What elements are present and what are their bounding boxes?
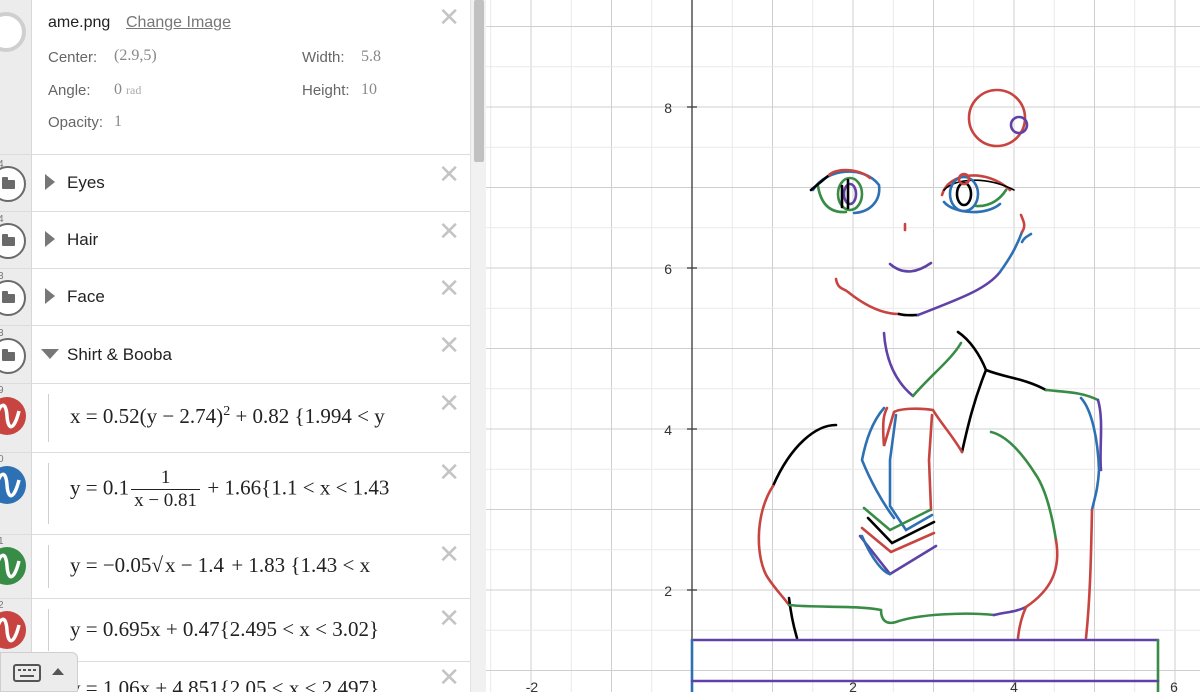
angle-label: Angle: [48,82,91,99]
expression-list: ame.png Change Image ✕ Center: (2.9,5) W… [0,0,470,692]
folder-icon[interactable] [0,223,26,259]
width-value[interactable]: 5.8 [361,48,381,66]
graph-canvas[interactable]: 8 6 4 2 -2 2 4 6 [486,0,1200,692]
graph-svg[interactable]: 8 6 4 2 -2 2 4 6 [486,0,1200,692]
opacity-value[interactable]: 1 [114,113,122,131]
folder-icon[interactable] [0,338,26,374]
left-eye-curves [809,168,881,215]
desk-curves [690,638,1160,692]
tick-labels: 8 6 4 2 -2 2 4 6 [526,100,1178,692]
y-tick-label: 8 [664,100,672,116]
folder-face[interactable]: 3 Face ✕ [0,269,470,326]
width-label: Width: [302,49,345,66]
math-expression[interactable]: y = 0.695x + 0.47{2.495 < x < 3.02} [70,617,430,642]
image-filename: ame.png [48,14,111,31]
folder-label: Shirt & Booba [67,345,172,364]
close-icon[interactable]: ✕ [438,5,460,31]
height-value[interactable]: 10 [361,81,377,99]
center-value[interactable]: (2.9,5) [114,47,157,65]
drawing-curves [690,88,1160,692]
close-icon[interactable]: ✕ [438,333,460,359]
overflow-fade [404,400,434,440]
scrollbar-thumb[interactable] [474,0,484,162]
graph-color-icon[interactable] [0,466,26,504]
expression-row[interactable]: 9 x = 0.52(y − 2.74)2 + 0.82 {1.994 < y … [0,384,470,453]
graph-color-icon[interactable] [0,397,26,435]
expression-row[interactable]: 0 y = 0.1 1 x − 0.81 + 1.66{1.1 < x < 1.43… [0,453,470,535]
folder-indent [48,609,49,651]
folder-eyes[interactable]: 4 Eyes ✕ [0,155,470,212]
close-icon[interactable]: ✕ [438,665,460,691]
y-tick-label: 6 [664,261,672,277]
expression-number: 2 [0,600,4,611]
image-toggle-icon[interactable] [0,12,26,52]
close-icon[interactable]: ✕ [438,460,460,486]
triangle-right-icon[interactable] [45,288,55,304]
x-tick-label: -2 [526,679,539,692]
height-label: Height: [302,82,350,99]
center-label: Center: [48,49,98,66]
expression-number: 1 [0,536,4,547]
folder-indent [48,463,49,524]
folder-shirt[interactable]: 3 Shirt & Booba ✕ [0,326,470,384]
x-tick-label: 6 [1170,679,1178,692]
triangle-right-icon[interactable] [45,231,55,247]
close-icon[interactable]: ✕ [438,606,460,632]
folder-icon[interactable] [0,280,26,316]
math-expression[interactable]: y = 0.1 1 x − 0.81 + 1.66{1.1 < x < 1.43 [70,467,430,512]
folder-label: Eyes [67,173,105,192]
right-eye-curves [940,172,1015,214]
math-expression[interactable]: y = 1.06x + 4.851{2.05 < x < 2.497} [70,676,430,692]
graph-color-icon[interactable] [0,611,26,649]
close-icon[interactable]: ✕ [438,391,460,417]
mouth-curve [888,261,933,273]
angle-value[interactable]: 0 rad [114,81,141,99]
keyboard-icon [13,664,41,682]
overflow-fade [404,549,434,589]
folder-indent [48,545,49,588]
expression-number: 9 [0,385,4,396]
close-icon[interactable]: ✕ [438,276,460,302]
panel-scrollbar[interactable] [470,0,486,692]
collar-curves [860,330,1103,520]
keyboard-toggle-button[interactable] [0,652,78,692]
expression-row[interactable]: 1 y = −0.05√x − 1.4 + 1.83 {1.43 < x ✕ [0,535,470,599]
folder-label: Face [67,287,105,306]
folder-indent [48,394,49,442]
graph-color-icon[interactable] [0,547,26,585]
folder-number: 3 [0,328,4,339]
change-image-link[interactable]: Change Image [126,14,231,32]
triangle-right-icon[interactable] [45,174,55,190]
overflow-fade [404,473,434,513]
folder-hair[interactable]: 4 Hair ✕ [0,212,470,269]
image-expression[interactable]: ame.png Change Image ✕ Center: (2.9,5) W… [0,0,470,155]
y-tick-label: 2 [664,583,672,599]
folder-icon[interactable] [0,166,26,202]
folder-label: Hair [67,230,99,249]
y-tick-label: 4 [664,422,672,438]
opacity-label: Opacity: [48,114,104,131]
grid-lines [486,0,1200,692]
expression-number: 0 [0,454,4,465]
math-expression[interactable]: y = −0.05√x − 1.4 + 1.83 {1.43 < x [70,553,430,578]
triangle-down-icon[interactable] [41,349,59,359]
caret-up-icon [52,668,64,675]
math-expression[interactable]: x = 0.52(y − 2.74)2 + 0.82 {1.994 < y [70,404,430,429]
close-icon[interactable]: ✕ [438,219,460,245]
close-icon[interactable]: ✕ [438,542,460,568]
close-icon[interactable]: ✕ [438,162,460,188]
